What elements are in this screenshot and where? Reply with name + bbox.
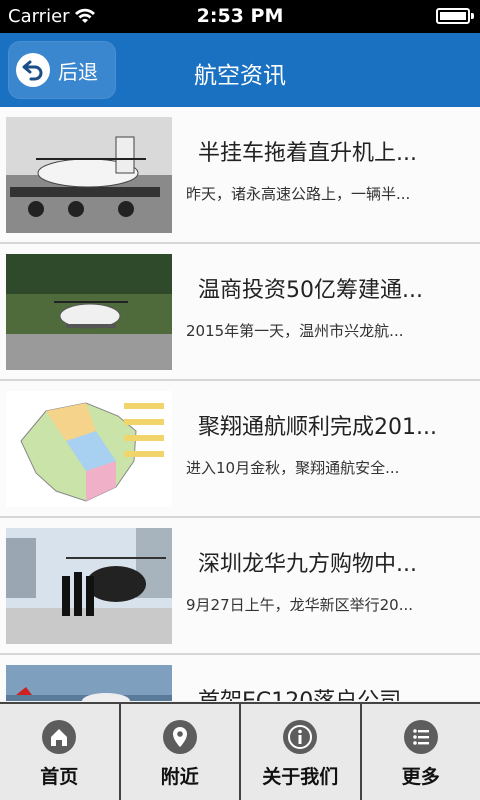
article-thumbnail xyxy=(6,117,172,233)
article-summary: 2015年第一天，温州市兴龙航... xyxy=(186,322,404,340)
article-thumbnail xyxy=(6,391,172,507)
info-icon xyxy=(283,720,318,754)
article-summary: 9月27日上午，龙华新区举行20... xyxy=(186,596,414,614)
tab-about[interactable]: 关于我们 xyxy=(241,704,362,800)
article-list[interactable]: 半挂车拖着直升机上... 昨天，诸永高速公路上，一辆半... 温商投资50亿筹建… xyxy=(0,107,480,701)
article-title: 聚翔通航顺利完成201... xyxy=(198,415,437,440)
list-icon xyxy=(403,720,438,754)
article-thumbnail xyxy=(6,254,172,370)
location-pin-icon xyxy=(162,720,197,754)
clock: 2:53 PM xyxy=(196,5,284,27)
home-icon xyxy=(42,720,77,754)
list-item[interactable]: 半挂车拖着直升机上... 昨天，诸永高速公路上，一辆半... xyxy=(0,107,480,244)
tab-nearby[interactable]: 附近 xyxy=(121,704,241,800)
battery-icon xyxy=(436,8,474,24)
list-item[interactable]: 首架EC120落户公司 xyxy=(0,655,480,701)
list-item[interactable]: 深圳龙华九方购物中... 9月27日上午，龙华新区举行20... xyxy=(0,518,480,655)
tab-label: 关于我们 xyxy=(262,766,339,788)
list-item[interactable]: 聚翔通航顺利完成201... 进入10月金秋，聚翔通航安全... xyxy=(0,381,480,518)
page-title: 航空资讯 xyxy=(194,63,286,89)
tab-label: 更多 xyxy=(401,766,440,788)
tab-home[interactable]: 首页 xyxy=(0,704,121,800)
status-bar: Carrier 2:53 PM xyxy=(0,0,480,33)
article-summary: 昨天，诸永高速公路上，一辆半... xyxy=(186,185,411,203)
list-item[interactable]: 温商投资50亿筹建通... 2015年第一天，温州市兴龙航... xyxy=(0,244,480,381)
tab-more[interactable]: 更多 xyxy=(362,704,480,800)
article-title: 首架EC120落户公司 xyxy=(198,683,468,701)
article-summary: 进入10月金秋，聚翔通航安全... xyxy=(186,459,400,477)
article-thumbnail xyxy=(6,528,172,644)
tab-label: 附近 xyxy=(160,766,199,788)
tab-label: 首页 xyxy=(40,766,79,788)
article-title: 深圳龙华九方购物中... xyxy=(198,552,417,577)
tab-bar: 首页 附近 关于我们 更多 xyxy=(0,702,480,800)
article-title: 半挂车拖着直升机上... xyxy=(198,141,417,166)
article-thumbnail xyxy=(6,665,172,701)
article-title: 温商投资50亿筹建通... xyxy=(198,278,423,303)
nav-bar: 后退 航空资讯 xyxy=(0,33,480,107)
